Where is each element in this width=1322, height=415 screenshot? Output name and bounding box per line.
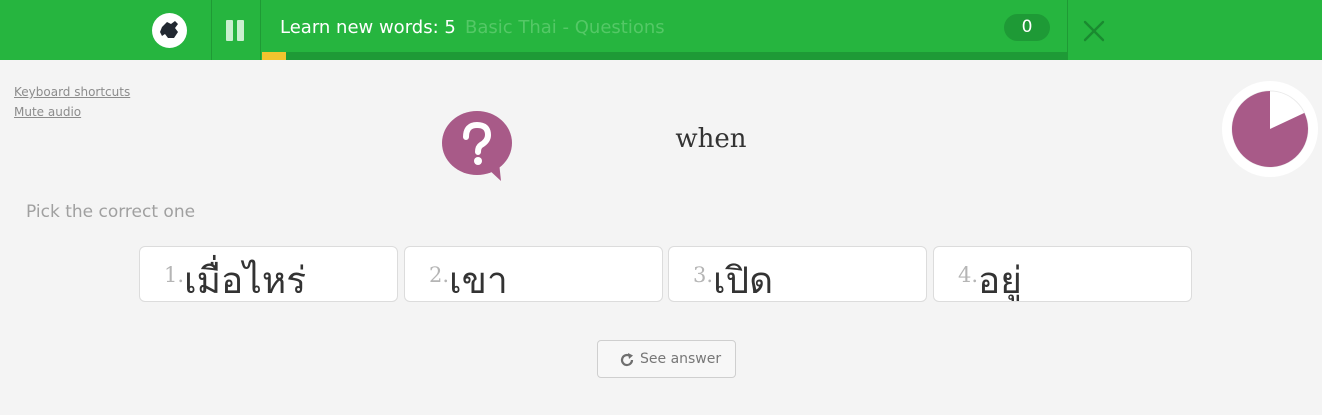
choice-number: 4. bbox=[958, 263, 979, 287]
refresh-icon bbox=[620, 353, 634, 367]
choice-3[interactable]: 3. เปิด bbox=[668, 246, 927, 302]
see-answer-label: See answer bbox=[640, 351, 722, 367]
choice-4[interactable]: 4. อยู่ bbox=[933, 246, 1192, 302]
session-title: Learn new words: 5 bbox=[280, 17, 456, 38]
progress-fill bbox=[262, 52, 287, 60]
close-icon bbox=[1083, 20, 1105, 42]
timer-pie-icon bbox=[1231, 90, 1309, 168]
choice-text: เมื่อไหร่ bbox=[184, 259, 307, 302]
keyboard-shortcuts-link[interactable]: Keyboard shortcuts bbox=[14, 82, 130, 102]
close-button[interactable] bbox=[1082, 19, 1106, 43]
progress-bar bbox=[262, 52, 1067, 60]
top-bar: Learn new words: 5 Basic Thai - Question… bbox=[0, 0, 1322, 60]
header-divider bbox=[1067, 0, 1068, 60]
choice-text: เขา bbox=[449, 259, 508, 302]
course-name: Basic Thai - Questions bbox=[465, 17, 665, 38]
memrise-hand-logo-icon[interactable] bbox=[152, 13, 187, 48]
choice-2[interactable]: 2. เขา bbox=[404, 246, 663, 302]
pause-button[interactable] bbox=[222, 15, 252, 45]
choice-1[interactable]: 1. เมื่อไหร่ bbox=[139, 246, 398, 302]
choice-text: เปิด bbox=[713, 259, 774, 302]
choice-text: อยู่ bbox=[978, 259, 1022, 302]
timer bbox=[1222, 81, 1318, 177]
header-divider bbox=[211, 0, 212, 60]
instruction-text: Pick the correct one bbox=[26, 202, 196, 222]
choice-number: 3. bbox=[693, 263, 714, 287]
question-bubble-icon bbox=[441, 110, 515, 188]
score-badge: 0 bbox=[1004, 14, 1050, 41]
see-answer-button[interactable]: See answer bbox=[597, 340, 736, 378]
prompt-word: when bbox=[675, 124, 747, 154]
choice-number: 1. bbox=[164, 263, 185, 287]
choice-number: 2. bbox=[429, 263, 450, 287]
side-links: Keyboard shortcuts Mute audio bbox=[14, 82, 130, 122]
header-divider bbox=[260, 0, 261, 60]
mute-audio-link[interactable]: Mute audio bbox=[14, 102, 130, 122]
